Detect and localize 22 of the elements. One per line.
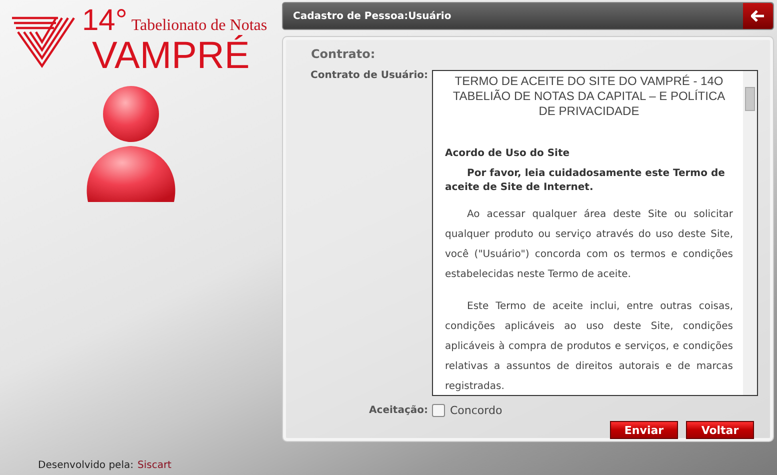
contract-notice: Por favor, leia cuidadosamente este Termo de aceite de Site de Internet. [445, 167, 726, 195]
agree-checkbox[interactable] [432, 404, 445, 417]
contract-paragraph: Este Termo de aceite inclui, entre outras coisas, condições aplicáveis ao uso deste Site, condições aplicáveis à compra de produtos e serviços, e condições relativas a assuntos de direitos autorais e de marcas registradas. [445, 300, 733, 394]
footer-label: Desenvolvido pela: [38, 460, 134, 471]
acceptance-label: Aceitação: [368, 405, 429, 416]
window-title: Cadastro de Pessoa:Usuário [292, 10, 452, 22]
back-action-button[interactable]: Voltar [686, 421, 754, 439]
contract-paragraph: Ao acessar qualquer área deste Site ou solicitar qualquer produto ou serviço através do uso deste Site, você ("Usuário") concorda com os termos e condições estabelecidas neste Termo de aceite. [445, 208, 733, 282]
contract-heading: Acordo de Uso do Site [445, 148, 571, 159]
developer-link[interactable]: Siscart [137, 460, 172, 471]
contract-text-area[interactable] [432, 70, 758, 396]
logo-number: 14° [82, 6, 128, 36]
contract-title: TERMO DE ACEITE DO SITE DO VAMPRÉ - 14O TABELIÃO DE NOTAS DA CAPITAL – E POLÍTICA DE PRIVACIDADE [452, 73, 726, 119]
logo-subtitle: Tabelionato de Notas [131, 17, 268, 35]
contract-label: Contrato de Usuário: [309, 70, 429, 81]
back-button[interactable] [743, 3, 773, 29]
section-title: Contrato: [310, 47, 376, 61]
scrollbar-drawing[interactable] [743, 71, 757, 395]
submit-button[interactable]: Enviar [610, 421, 678, 439]
back-arrow-icon [751, 10, 765, 22]
logo-name: VAMPRÉ [92, 36, 251, 76]
agree-label: Concordo [450, 404, 502, 417]
